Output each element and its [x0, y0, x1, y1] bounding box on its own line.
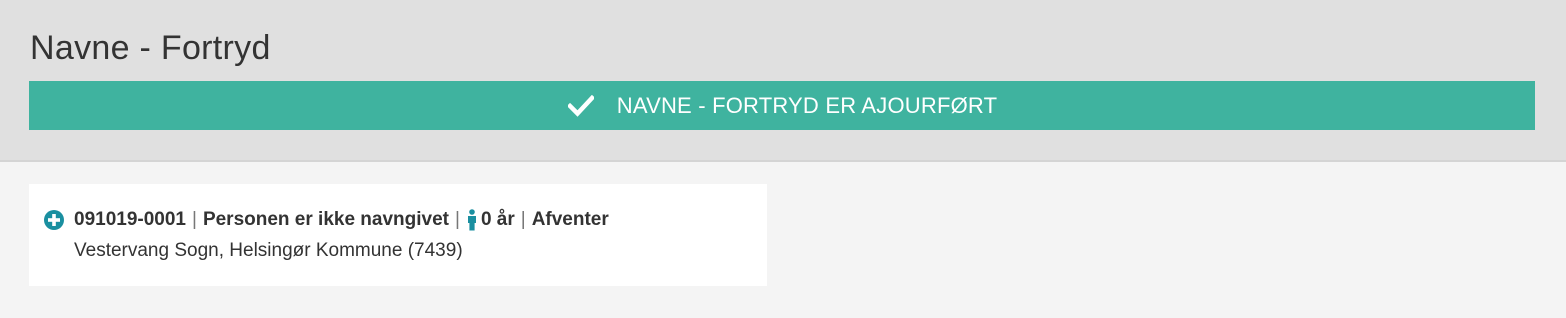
separator: |: [192, 209, 197, 230]
person-record-card: 091019-0001 | Personen er ikke navngivet…: [29, 184, 767, 286]
page-header: Navne - Fortryd NAVNE - FORTRYD ER AJOUR…: [0, 0, 1566, 162]
record-age: 0 år: [480, 209, 515, 230]
record-summary: 091019-0001 | Personen er ikke navngivet…: [74, 208, 609, 232]
record-location: Vestervang Sogn, Helsingør Kommune (7439…: [74, 240, 463, 261]
separator: |: [455, 209, 460, 230]
checkmark-icon: [567, 92, 595, 120]
separator: |: [520, 209, 526, 230]
page-title: Navne - Fortryd: [30, 29, 271, 67]
male-person-icon: [466, 209, 478, 231]
success-banner: NAVNE - FORTRYD ER AJOURFØRT: [29, 81, 1535, 130]
record-name: Personen er ikke navngivet: [202, 209, 449, 230]
success-message: NAVNE - FORTRYD ER AJOURFØRT: [616, 92, 998, 118]
record-status: Afventer: [531, 209, 609, 230]
plus-circle-icon[interactable]: [44, 210, 64, 230]
record-id[interactable]: 091019-0001: [74, 208, 186, 232]
